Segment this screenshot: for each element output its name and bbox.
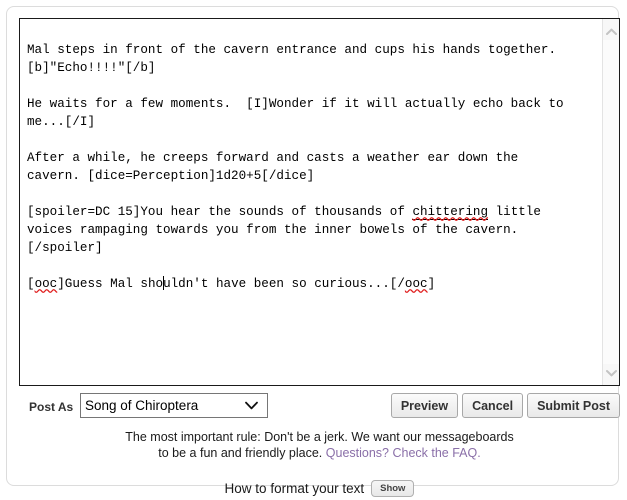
messageboard-rules-text: The most important rule: Don't be a jerk… <box>19 429 620 461</box>
misspelled-word-chittering: chittering <box>412 205 489 220</box>
chevron-up-icon <box>606 28 617 36</box>
rules-line-2: to be a fun and friendly place. Question… <box>19 445 620 461</box>
scroll-track[interactable] <box>603 40 619 364</box>
paragraph-5-prefix: ]Guess Mal sho <box>57 277 164 291</box>
paragraph-5-close-bracket: ] <box>427 277 436 291</box>
post-body-editor[interactable]: Mal steps in front of the cavern entranc… <box>19 18 620 386</box>
misspelled-word-ooc-open: ooc <box>34 277 58 291</box>
paragraph-1: Mal steps in front of the cavern entranc… <box>27 43 557 75</box>
chevron-down-icon <box>245 401 267 410</box>
scroll-down-button[interactable] <box>603 364 619 381</box>
scroll-up-button[interactable] <box>603 23 619 40</box>
cancel-button[interactable]: Cancel <box>462 393 524 418</box>
format-help-label: How to format your text <box>224 481 365 496</box>
post-action-buttons: Preview Cancel Submit Post <box>390 393 620 418</box>
post-form-panel: Mal steps in front of the cavern entranc… <box>6 6 620 497</box>
paragraph-5-open-bracket: [ <box>27 277 35 291</box>
submit-post-button[interactable]: Submit Post <box>527 393 620 418</box>
faq-link[interactable]: Questions? Check the FAQ. <box>326 446 481 460</box>
show-formatting-help-button[interactable]: Show <box>371 480 415 497</box>
chevron-down-icon <box>606 369 617 377</box>
paragraph-4-prefix: [spoiler=DC 15]You hear the sounds of th… <box>27 205 413 219</box>
misspelled-word-ooc-close: ooc <box>404 277 428 291</box>
editor-vertical-scrollbar[interactable] <box>602 19 619 385</box>
preview-button[interactable]: Preview <box>390 393 459 418</box>
rules-line-1: The most important rule: Don't be a jerk… <box>125 430 514 444</box>
post-body-textarea[interactable]: Mal steps in front of the cavern entranc… <box>20 19 602 385</box>
post-as-select[interactable]: Song of Chiroptera <box>80 393 268 418</box>
format-help-row: How to format your text Show <box>19 480 620 497</box>
rules-line-2-prefix: to be a fun and friendly place. <box>158 446 326 460</box>
paragraph-3: After a while, he creeps forward and cas… <box>27 151 519 183</box>
post-controls-row: Post As Song of Chiroptera Preview Cance… <box>19 393 620 423</box>
post-as-label: Post As <box>29 400 74 414</box>
paragraph-5-suffix: uldn't have been so curious...[/ <box>163 277 405 291</box>
paragraph-2: He waits for a few moments. [I]Wonder if… <box>27 97 564 129</box>
post-as-selected-value: Song of Chiroptera <box>85 398 199 413</box>
post-footer: The most important rule: Don't be a jerk… <box>19 429 620 497</box>
